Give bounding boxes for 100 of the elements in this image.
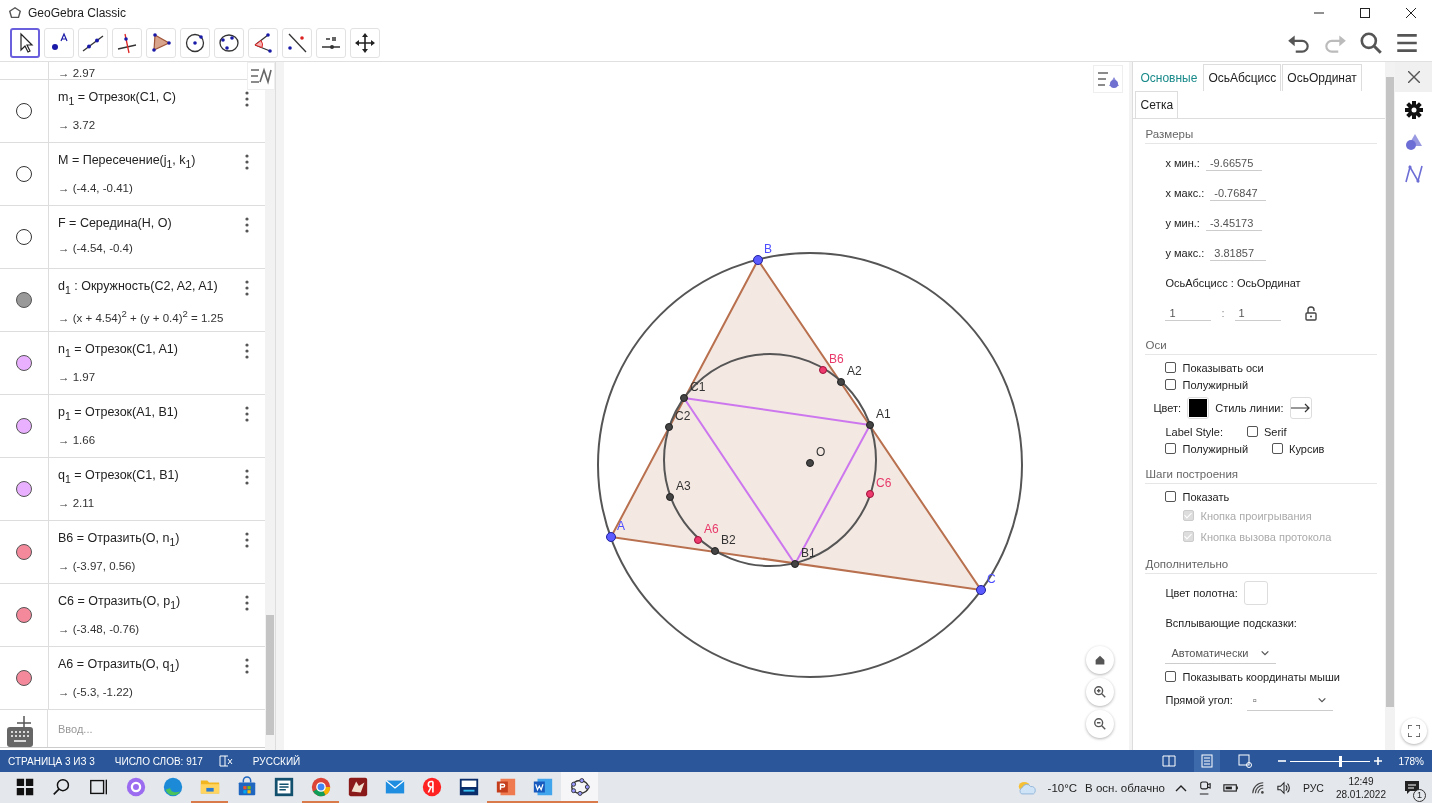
input-field[interactable]: -0.76847 — [1210, 185, 1267, 201]
tab[interactable]: ОсьАбсцисс — [1203, 64, 1282, 91]
temperature: -10°C — [1047, 781, 1078, 794]
output-value: → 1.97 — [58, 370, 97, 383]
word-count: ЧИСЛО СЛОВ: 917 — [114, 755, 203, 767]
visibility-toggle[interactable] — [16, 166, 32, 182]
checkbox[interactable] — [1165, 362, 1177, 373]
close-icon[interactable] — [1406, 8, 1416, 18]
zoom-out-button[interactable] — [1086, 710, 1115, 738]
zoom-in-button[interactable] — [1086, 678, 1115, 706]
visibility-toggle[interactable] — [16, 544, 32, 560]
style-bar-icon[interactable] — [1093, 65, 1124, 93]
more-icon[interactable] — [245, 91, 249, 107]
output-value: → 1.66 — [58, 433, 97, 446]
output-value: → (-4.54, -0.4) — [58, 242, 134, 254]
visibility-toggle[interactable] — [16, 481, 32, 497]
point-label: C2 — [675, 409, 691, 423]
checkbox[interactable] — [1165, 671, 1177, 682]
output-value: → 2.97 — [58, 67, 96, 79]
more-icon[interactable] — [245, 532, 249, 548]
checkbox[interactable] — [1165, 491, 1177, 502]
window-title: GeoGebra Classic — [28, 6, 127, 20]
view-button[interactable] — [1194, 750, 1221, 772]
checkbox[interactable] — [1272, 443, 1284, 454]
plus-icon[interactable] — [16, 716, 31, 730]
input-language: РУС — [1302, 781, 1324, 794]
visibility-toggle[interactable] — [16, 670, 32, 686]
point — [666, 493, 674, 501]
more-icon[interactable] — [245, 658, 249, 674]
scrollbar[interactable] — [1386, 77, 1394, 707]
language-label: РУССКИЙ — [252, 755, 301, 767]
clock-date: 28.01.2022 — [1335, 787, 1386, 801]
input-field[interactable]: -3.45173 — [1205, 215, 1262, 231]
angle-icon — [251, 31, 275, 55]
point-label: A — [617, 519, 625, 533]
visibility-toggle[interactable] — [16, 292, 32, 308]
lock-icon[interactable] — [1304, 305, 1317, 321]
more-icon[interactable] — [245, 280, 249, 296]
battery-icon[interactable] — [1222, 782, 1239, 793]
visibility-toggle[interactable] — [16, 229, 32, 245]
line-style-button[interactable] — [1289, 397, 1312, 419]
output-value: → (-4.4, -0.41) — [58, 181, 134, 194]
graph-icon[interactable] — [1403, 164, 1424, 184]
arrow-icon — [1290, 403, 1311, 413]
point-label: B1 — [801, 546, 816, 560]
input-field[interactable]: 3.81857 — [1210, 245, 1267, 261]
style-bar-icon[interactable] — [247, 62, 275, 90]
tool-button[interactable] — [10, 28, 40, 58]
checkbox[interactable] — [1246, 426, 1258, 437]
search-icon[interactable] — [1358, 30, 1384, 56]
home-button[interactable] — [1086, 646, 1115, 674]
clock-time: 12:49 — [1348, 774, 1374, 788]
minus-icon[interactable] — [1278, 757, 1287, 765]
tab[interactable]: Сетка — [1135, 91, 1179, 118]
shapes-icon[interactable] — [1403, 132, 1424, 152]
visibility-toggle[interactable] — [16, 418, 32, 434]
chevron-icon[interactable] — [1174, 783, 1187, 792]
app-icon — [8, 6, 22, 20]
wifi-icon[interactable] — [1250, 780, 1265, 795]
more-icon[interactable] — [245, 217, 249, 233]
more-icon[interactable] — [245, 406, 249, 422]
triangle-icon — [149, 31, 173, 55]
dropdown[interactable]: ▫ — [1246, 689, 1333, 711]
camera-icon[interactable] — [1198, 780, 1211, 795]
keyboard-icon[interactable] — [7, 727, 33, 747]
more-icon[interactable] — [245, 343, 249, 359]
visibility-toggle[interactable] — [16, 103, 32, 119]
color-swatch[interactable] — [1187, 397, 1210, 419]
checkbox-label: Кнопка вызова протокола — [1200, 530, 1332, 543]
notification-icon[interactable] — [1404, 779, 1420, 796]
color-swatch[interactable] — [1243, 581, 1268, 605]
zoom-in-icon — [1093, 685, 1108, 699]
input-field[interactable]: -9.66575 — [1205, 155, 1262, 171]
input-field[interactable]: 1 — [1165, 305, 1212, 321]
checkbox[interactable] — [1165, 379, 1177, 390]
browser-icon — [309, 775, 332, 798]
visibility-toggle[interactable] — [16, 607, 32, 623]
browser-icon — [420, 775, 443, 798]
more-icon[interactable] — [245, 154, 249, 170]
point — [866, 490, 874, 498]
point-label: A6 — [704, 522, 719, 536]
input-field[interactable]: 1 — [1234, 305, 1281, 321]
tab[interactable]: ОсьОрдинат — [1282, 64, 1362, 91]
maximize-icon[interactable] — [1360, 8, 1370, 18]
checkbox-label: Кнопка проигрывания — [1200, 509, 1312, 522]
taskbar-button[interactable] — [561, 772, 598, 803]
point — [791, 560, 799, 568]
dropdown[interactable]: Автоматически — [1165, 642, 1277, 664]
visibility-toggle[interactable] — [16, 355, 32, 371]
checkbox[interactable] — [1165, 443, 1177, 454]
point — [753, 255, 763, 265]
volume-icon[interactable] — [1276, 780, 1291, 795]
more-icon[interactable] — [245, 595, 249, 611]
close-icon[interactable] — [1407, 71, 1420, 83]
definition-text: n$_{1}$ = Отрезок(C1, A1) — [58, 342, 178, 359]
proofing-icon[interactable] — [218, 755, 233, 767]
scrollbar[interactable] — [266, 615, 274, 735]
settings-icon[interactable] — [1403, 100, 1424, 120]
more-icon[interactable] — [245, 469, 249, 485]
fullscreen-button[interactable] — [1400, 718, 1427, 744]
